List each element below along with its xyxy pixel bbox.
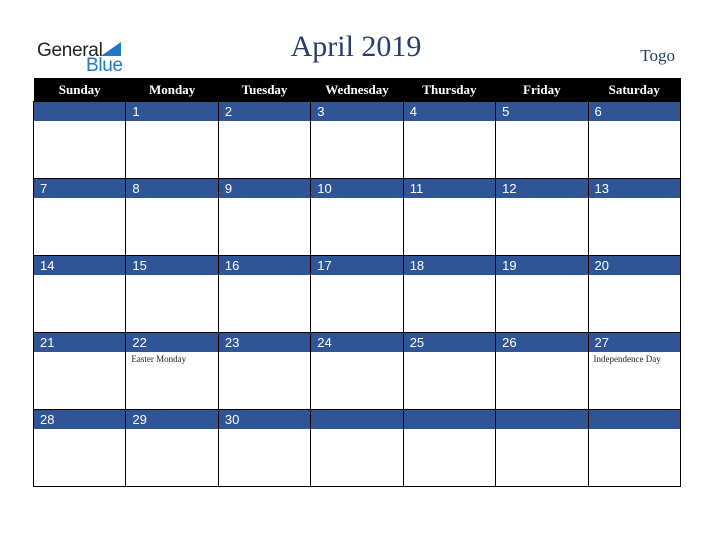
day-cell[interactable]: 8 xyxy=(125,178,219,256)
day-cell[interactable]: 27 Independence Day xyxy=(587,332,682,410)
day-cell[interactable]: 3 xyxy=(310,101,404,179)
day-cell[interactable] xyxy=(402,409,497,487)
day-number: 13 xyxy=(588,179,680,198)
day-cell[interactable]: 5 xyxy=(495,101,589,179)
day-number: 28 xyxy=(34,410,126,429)
day-number: 20 xyxy=(588,256,680,275)
day-cell[interactable] xyxy=(495,409,589,487)
day-number: 9 xyxy=(218,179,311,198)
day-cell[interactable]: 26 xyxy=(495,332,589,410)
holiday-label: Independence Day xyxy=(593,354,661,364)
day-number xyxy=(34,102,126,121)
day-number: 26 xyxy=(496,333,588,352)
day-cell[interactable] xyxy=(587,409,682,487)
day-number: 30 xyxy=(218,410,311,429)
day-cell[interactable]: 12 xyxy=(495,178,589,256)
holiday-label: Easter Monday xyxy=(131,354,187,364)
day-cell[interactable]: 4 xyxy=(402,101,497,179)
weekday-header-sunday: Sunday xyxy=(33,78,126,102)
week-row: 7 8 9 10 11 12 13 xyxy=(32,178,682,256)
calendar-title: April 2019 xyxy=(290,30,422,63)
day-number: 1 xyxy=(126,102,218,121)
calendar-grid: Sunday Monday Tuesday Wednesday Thursday Frid… xyxy=(32,78,682,487)
day-number: 29 xyxy=(126,410,218,429)
weekday-header-wednesday: Wednesday xyxy=(310,78,404,102)
week-row: 21 22 Easter Monday 23 24 25 26 27 Independence … xyxy=(32,332,682,410)
weekday-header-saturday: Saturday xyxy=(588,78,681,102)
day-number xyxy=(403,410,496,429)
day-cell[interactable]: 16 xyxy=(217,255,312,333)
day-number: 3 xyxy=(311,102,403,121)
country-label: Togo xyxy=(640,46,675,65)
day-number: 21 xyxy=(34,333,126,352)
day-number: 6 xyxy=(588,102,680,121)
day-cell[interactable]: 1 xyxy=(125,101,219,179)
day-number xyxy=(496,410,588,429)
day-number: 11 xyxy=(403,179,496,198)
day-cell[interactable]: 18 xyxy=(402,255,497,333)
day-number: 18 xyxy=(403,256,496,275)
day-number: 4 xyxy=(403,102,496,121)
day-number: 7 xyxy=(34,179,126,198)
day-cell[interactable]: 7 xyxy=(32,178,127,256)
day-cell[interactable]: 14 xyxy=(32,255,127,333)
day-cell[interactable]: 21 xyxy=(32,332,127,410)
day-cell[interactable]: 13 xyxy=(587,178,682,256)
day-cell[interactable]: 17 xyxy=(310,255,404,333)
day-number: 14 xyxy=(34,256,126,275)
day-number: 10 xyxy=(311,179,403,198)
day-cell[interactable]: 6 xyxy=(587,101,682,179)
day-number: 15 xyxy=(126,256,218,275)
day-cell[interactable]: 25 xyxy=(402,332,497,410)
weekday-header-friday: Friday xyxy=(495,78,589,102)
weekday-header-thursday: Thursday xyxy=(403,78,496,102)
day-cell[interactable]: 22 Easter Monday xyxy=(125,332,219,410)
day-cell[interactable]: 20 xyxy=(587,255,682,333)
day-cell[interactable]: 29 xyxy=(125,409,219,487)
day-cell[interactable] xyxy=(32,101,127,179)
day-number xyxy=(588,410,680,429)
day-cell[interactable] xyxy=(310,409,404,487)
day-number: 24 xyxy=(311,333,403,352)
day-number: 2 xyxy=(218,102,311,121)
day-number: 27 xyxy=(588,333,680,352)
day-number: 8 xyxy=(126,179,218,198)
day-cell[interactable]: 24 xyxy=(310,332,404,410)
week-row: 14 15 16 17 18 19 20 xyxy=(32,255,682,333)
day-number: 22 xyxy=(126,333,218,352)
day-number xyxy=(311,410,403,429)
day-number: 25 xyxy=(403,333,496,352)
day-cell[interactable]: 9 xyxy=(217,178,312,256)
weekday-header-tuesday: Tuesday xyxy=(218,78,311,102)
week-row: 28 29 30 xyxy=(32,409,682,487)
day-cell[interactable]: 11 xyxy=(402,178,497,256)
week-row: 123456 xyxy=(32,101,682,179)
day-cell[interactable]: 28 xyxy=(32,409,127,487)
day-number: 16 xyxy=(218,256,311,275)
weekday-header-row: Sunday Monday Tuesday Wednesday Thursday Frid… xyxy=(33,78,681,102)
day-number: 23 xyxy=(218,333,311,352)
day-cell[interactable]: 10 xyxy=(310,178,404,256)
day-number: 19 xyxy=(496,256,588,275)
day-cell[interactable]: 23 xyxy=(217,332,312,410)
day-number: 17 xyxy=(311,256,403,275)
day-cell[interactable]: 15 xyxy=(125,255,219,333)
day-cell[interactable]: 2 xyxy=(217,101,312,179)
day-cell[interactable]: 30 xyxy=(217,409,312,487)
day-number: 5 xyxy=(496,102,588,121)
day-cell[interactable]: 19 xyxy=(495,255,589,333)
weekday-header-monday: Monday xyxy=(125,78,219,102)
day-number: 12 xyxy=(496,179,588,198)
